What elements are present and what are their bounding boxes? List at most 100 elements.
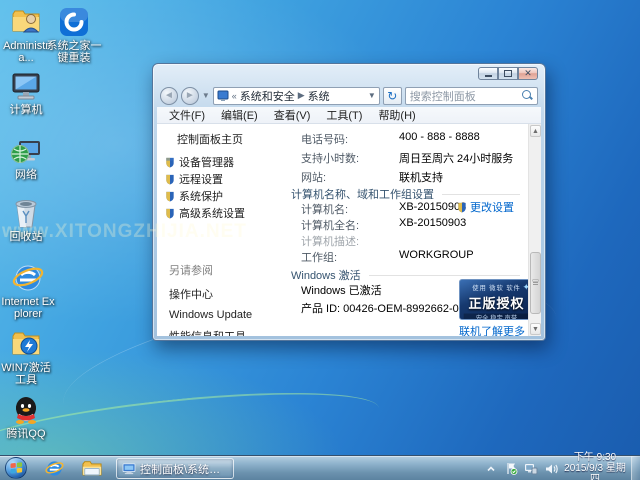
- change-settings-label: 更改设置: [470, 202, 514, 214]
- scroll-down-arrow[interactable]: ▼: [530, 323, 541, 335]
- network-status-icon[interactable]: [524, 462, 538, 476]
- vertical-scrollbar[interactable]: ▲ ▼: [528, 124, 541, 336]
- search-placeholder: 搜索控制面板: [409, 90, 476, 103]
- maximize-button[interactable]: [498, 67, 518, 80]
- menu-help[interactable]: 帮助(H): [370, 107, 423, 123]
- sidebar-device-manager[interactable]: 设备管理器: [165, 154, 234, 170]
- taskbar: 控制面板\系统和... 下午 9:30 2015/9/3 星期四: [0, 452, 640, 480]
- menu-view[interactable]: 查看(V): [266, 107, 319, 123]
- support-row-hours: 支持小时数: 周日至周六 24小时服务: [301, 150, 524, 165]
- row-label: 计算机描述:: [301, 236, 360, 248]
- desktop-icon-onekey-reinstall[interactable]: 系统之家一键重装: [44, 6, 104, 64]
- taskbar-clock[interactable]: 下午 9:30 2015/9/3 星期四: [564, 452, 626, 480]
- taskbar-explorer-icon[interactable]: [80, 458, 104, 479]
- refresh-button[interactable]: ↻: [382, 86, 402, 105]
- see-also-section: 另请参阅 操作中心 Windows Update 性能信息和工具: [165, 262, 273, 336]
- breadcrumb-arrow-icon[interactable]: ▶: [298, 90, 305, 101]
- sidebar-action-center[interactable]: 操作中心: [169, 286, 273, 302]
- row-label: 计算机全名:: [301, 220, 360, 232]
- sidebar-item-label: 远程设置: [179, 174, 223, 186]
- action-center-flag-icon[interactable]: [504, 462, 518, 476]
- system-content: ___ _______ ____________ 电话号码: 400 - 888…: [275, 124, 534, 336]
- search-icon: [522, 90, 533, 101]
- menu-tools[interactable]: 工具(T): [318, 107, 370, 123]
- window-body: 控制面板主页 设备管理器 远程设置 系统保护 高级系统设置 另请参阅 操作中心 …: [157, 124, 541, 336]
- desktop-icon-computer[interactable]: 计算机: [0, 70, 54, 116]
- breadcrumb-parent[interactable]: 系统和安全: [240, 88, 295, 104]
- task-button-label: 控制面板\系统和...: [140, 463, 228, 476]
- caption-buttons: ✕: [478, 67, 538, 80]
- close-button[interactable]: ✕: [518, 67, 538, 80]
- row-label: 电话号码:: [301, 134, 349, 146]
- row-value: WORKGROUP: [399, 249, 474, 261]
- sidebar-system-protection[interactable]: 系统保护: [165, 188, 223, 204]
- menu-bar: 文件(F) 编辑(E) 查看(V) 工具(T) 帮助(H): [157, 107, 541, 124]
- desktop-icon-label: 回收站: [9, 231, 43, 243]
- ie-icon: [12, 262, 44, 294]
- sidebar-performance-tools[interactable]: 性能信息和工具: [169, 328, 273, 336]
- sidebar-item-label: 高级系统设置: [179, 208, 245, 220]
- search-box[interactable]: 搜索控制面板: [404, 86, 538, 105]
- sidebar-remote-settings[interactable]: 远程设置: [165, 171, 223, 187]
- address-dropdown-chevron-icon[interactable]: ▼: [368, 91, 376, 100]
- desktop-icon-internet-explorer[interactable]: Internet Explorer: [0, 262, 56, 320]
- breadcrumb-current[interactable]: 系统: [308, 88, 330, 104]
- badge-main-text: 正版授权: [468, 296, 525, 311]
- clipped-scrolled-row: ___ _______ ____________: [281, 124, 522, 127]
- computer-description-row: 计算机描述:: [301, 233, 524, 248]
- address-bar[interactable]: « 系统和安全 ▶ 系统 ▼: [212, 86, 380, 105]
- minimize-button[interactable]: [478, 67, 498, 80]
- desktop-icon-label: WIN7激活工具: [1, 362, 51, 386]
- uac-shield-icon: [166, 157, 174, 168]
- volume-icon[interactable]: [544, 462, 558, 476]
- back-button[interactable]: ◄: [160, 86, 178, 105]
- scroll-up-arrow[interactable]: ▲: [530, 125, 541, 137]
- desktop: Administra... 系统之家一键重装 计算机 网络 回收站 Intern…: [0, 0, 640, 480]
- learn-more-online-link[interactable]: 联机了解更多内容...: [459, 323, 528, 336]
- support-row-phone: 电话号码: 400 - 888 - 8888: [301, 131, 524, 146]
- taskbar-ie-icon[interactable]: [42, 458, 66, 479]
- genuine-authorization-badge[interactable]: ✦ 使用 微软 软件 正版授权 安全 稳定 声誉: [459, 279, 534, 320]
- uac-shield-icon: [166, 191, 174, 202]
- desktop-icon-tencent-qq[interactable]: 腾讯QQ: [0, 394, 54, 440]
- desktop-icon-recycle-bin[interactable]: 回收站: [0, 197, 54, 243]
- row-value: XB-20150903: [399, 217, 467, 229]
- row-value: 400 - 888 - 8888: [399, 131, 480, 143]
- sidebar-advanced-system-settings[interactable]: 高级系统设置: [165, 205, 245, 221]
- forward-button[interactable]: ►: [180, 86, 199, 105]
- activation-folder-icon: [10, 328, 42, 360]
- desktop-icon-label: 系统之家一键重装: [46, 40, 102, 64]
- task-window-icon: [122, 462, 136, 474]
- desktop-icon-label: Internet Explorer: [1, 296, 55, 320]
- taskbar-task-button-control-panel[interactable]: 控制面板\系统和...: [116, 458, 234, 479]
- badge-top-text: 使用 微软 软件: [472, 285, 521, 292]
- desktop-icon-label: 网络: [15, 169, 37, 181]
- show-hidden-icons-button[interactable]: [484, 462, 498, 476]
- show-desktop-button[interactable]: [631, 456, 640, 480]
- recycle-bin-icon: [10, 197, 42, 229]
- uac-shield-icon: [458, 202, 466, 213]
- sidebar-item-label: 设备管理器: [179, 157, 234, 169]
- menu-file[interactable]: 文件(F): [161, 107, 213, 123]
- online-support-link[interactable]: 联机支持: [399, 169, 443, 184]
- menu-edit[interactable]: 编辑(E): [213, 107, 266, 123]
- row-label: 支持小时数:: [301, 153, 360, 165]
- sidebar-item-label: 系统保护: [179, 191, 223, 203]
- sidebar-windows-update[interactable]: Windows Update: [169, 309, 273, 321]
- sidebar-control-panel-home[interactable]: 控制面板主页: [177, 131, 243, 147]
- network-icon: [10, 135, 42, 167]
- change-settings-link[interactable]: 更改设置: [457, 199, 514, 215]
- desktop-icon-network[interactable]: 网络: [0, 135, 54, 181]
- breadcrumb-overflow-chevron[interactable]: «: [232, 91, 237, 101]
- qq-icon: [10, 394, 42, 426]
- recent-pages-chevron-icon[interactable]: ▼: [202, 91, 210, 100]
- uac-shield-icon: [166, 174, 174, 185]
- row-value: 周日至周六 24小时服务: [399, 153, 514, 165]
- desktop-icon-win7-activation-tool[interactable]: WIN7激活工具: [0, 328, 54, 386]
- sidebar: 控制面板主页 设备管理器 远程设置 系统保护 高级系统设置 另请参阅 操作中心 …: [157, 124, 275, 336]
- scrollbar-thumb[interactable]: [530, 252, 541, 314]
- clock-date: 2015/9/3 星期四: [564, 463, 626, 480]
- workgroup-row: 工作组: WORKGROUP: [301, 249, 524, 264]
- start-button[interactable]: [5, 457, 27, 479]
- system-tray: 下午 9:30 2015/9/3 星期四: [484, 452, 626, 480]
